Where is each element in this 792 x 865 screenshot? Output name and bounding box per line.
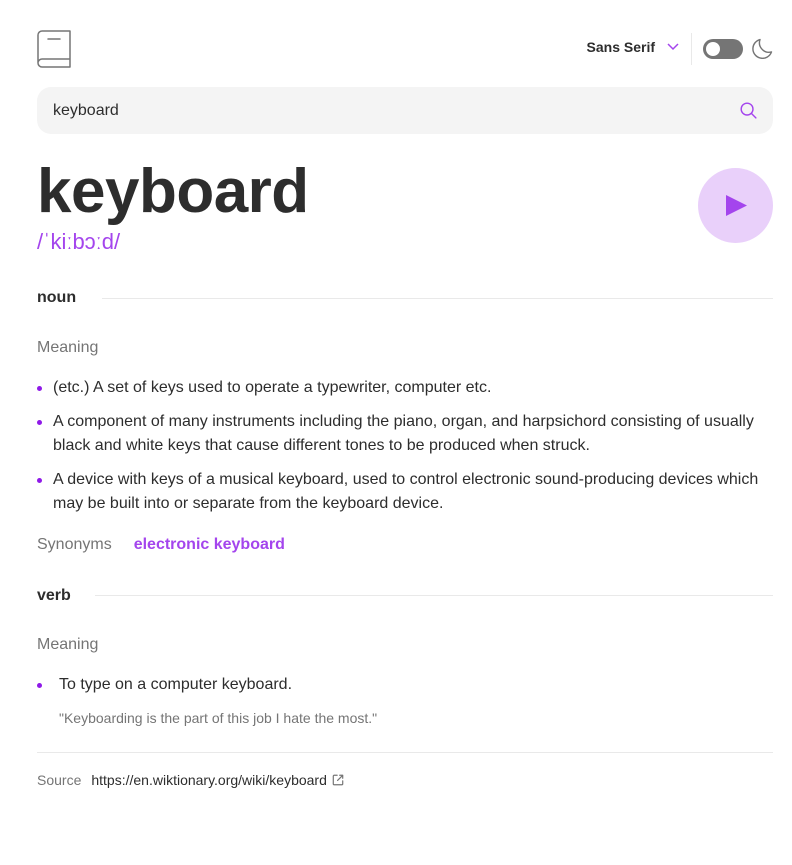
definition-text: A device with keys of a musical keyboard… [53,471,759,512]
synonyms-row: Synonyms electronic keyboard [37,536,285,554]
synonyms-label: Synonyms [37,536,112,553]
play-icon [726,195,747,216]
header-divider [691,33,692,65]
header: Sans Serif [37,30,773,68]
toggle-knob [706,42,720,56]
bullet [37,386,42,391]
play-button[interactable] [698,168,773,243]
theme-toggle[interactable] [703,39,743,59]
bullet [37,478,42,483]
search-icon[interactable] [740,102,757,119]
pos-verb: verb [37,587,71,604]
definition-text: A component of many instruments includin… [53,413,754,454]
word-title: keyboard [37,157,309,226]
definition-item: To type on a computer keyboard. [37,673,773,697]
example-text: "Keyboarding is the part of this job I h… [59,710,378,726]
search-input[interactable] [53,87,713,134]
pos-divider-noun [102,298,773,299]
book-icon[interactable] [37,30,71,68]
bullet [37,683,42,688]
footer-divider [37,752,773,753]
search-bar [37,87,773,134]
definition-item: A device with keys of a musical keyboard… [37,468,773,516]
definition-text: (etc.) A set of keys used to operate a t… [53,379,492,396]
synonym-link[interactable]: electronic keyboard [134,536,285,554]
chevron-down-icon [667,43,679,51]
bullet [37,420,42,425]
external-link-icon[interactable] [332,774,344,786]
definition-text: To type on a computer keyboard. [59,676,293,693]
definition-item: (etc.) A set of keys used to operate a t… [37,376,773,400]
source-row: Source https://en.wiktionary.org/wiki/ke… [37,772,344,788]
pos-noun: noun [37,289,77,306]
moon-icon [752,38,773,59]
definition-item: A component of many instruments includin… [37,410,773,458]
phonetic: /ˈkiːbɔːd/ [37,229,121,254]
meaning-label-noun: Meaning [37,339,99,356]
source-link[interactable]: https://en.wiktionary.org/wiki/keyboard [91,772,327,788]
meaning-label-verb: Meaning [37,636,99,653]
source-label: Source [37,772,82,788]
font-select[interactable]: Sans Serif [587,39,679,55]
font-select-value: Sans Serif [586,39,655,55]
pos-divider-verb [95,595,773,596]
